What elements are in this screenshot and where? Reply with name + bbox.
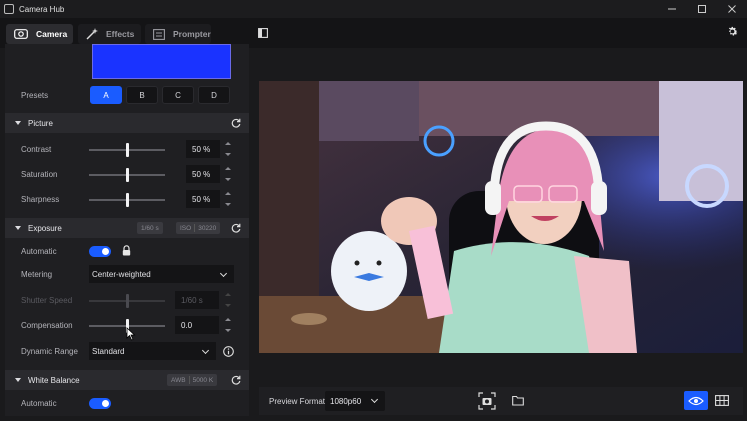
iso-badge: ISO 30220 — [176, 222, 221, 234]
saturation-input[interactable]: 50 % — [186, 165, 220, 183]
dynamic-range-label: Dynamic Range — [21, 347, 78, 356]
contrast-label: Contrast — [21, 145, 52, 154]
preview-format-label: Preview Format — [269, 397, 326, 406]
metering-select[interactable]: Center-weighted — [89, 265, 234, 283]
chevron-down-icon — [201, 346, 210, 355]
sharpness-input[interactable]: 50 % — [186, 190, 220, 208]
metering-label: Metering — [21, 270, 53, 279]
white-balance-automatic-label: Automatic — [21, 399, 57, 408]
caret-down-icon — [15, 226, 21, 230]
sharpness-slider-handle[interactable] — [125, 193, 129, 207]
compensation-input[interactable]: 0.0 — [175, 316, 219, 334]
preview-format-select[interactable]: 1080p60 — [325, 391, 385, 411]
shutter-speed-slider — [89, 294, 165, 308]
app-icon — [4, 4, 14, 14]
collapse-panel-icon[interactable] — [258, 28, 268, 40]
eye-icon — [688, 396, 704, 405]
contrast-slider-handle[interactable] — [125, 143, 129, 157]
tab-prompter-label: Prompter — [173, 29, 211, 39]
saturation-slider[interactable] — [89, 168, 165, 182]
settings-panel: Presets A B C D Picture Contrast 50 % Sa… — [5, 44, 249, 416]
maximize-icon — [698, 5, 706, 13]
sharpness-label: Sharpness — [21, 195, 60, 204]
exposure-automatic-toggle[interactable] — [89, 246, 111, 257]
saturation-stepper[interactable] — [223, 165, 233, 183]
preview-eye-button[interactable] — [684, 391, 708, 410]
camera-preview[interactable] — [259, 81, 743, 353]
white-balance-automatic-toggle[interactable] — [89, 398, 111, 409]
caret-down-icon — [15, 378, 21, 382]
white-balance-title: White Balance — [28, 375, 80, 385]
window-controls — [657, 0, 747, 18]
chevron-down-icon — [219, 269, 228, 278]
grid-overlay-button[interactable] — [710, 391, 734, 410]
preset-a-button[interactable]: A — [90, 86, 122, 104]
gear-icon[interactable] — [726, 25, 739, 40]
magic-wand-icon — [86, 28, 98, 40]
dynamic-range-value: Standard — [92, 346, 125, 356]
preset-b-button[interactable]: B — [126, 86, 158, 104]
close-icon — [728, 5, 736, 13]
compensation-stepper[interactable] — [223, 316, 233, 334]
iso-label: ISO — [180, 224, 192, 232]
minimize-icon — [668, 8, 676, 10]
snapshot-icon[interactable] — [478, 392, 496, 412]
reset-icon[interactable] — [231, 223, 241, 235]
folder-icon[interactable] — [512, 395, 524, 408]
saturation-label: Saturation — [21, 170, 58, 179]
metering-value: Center-weighted — [92, 269, 151, 279]
saturation-slider-handle[interactable] — [125, 168, 129, 182]
awb-badge: AWB 5000 K — [167, 374, 218, 386]
sharpness-slider[interactable] — [89, 193, 165, 207]
close-button[interactable] — [717, 0, 747, 18]
preset-c-button[interactable]: C — [162, 86, 194, 104]
camera-preview-image — [259, 81, 743, 353]
caret-down-icon — [15, 121, 21, 125]
shutter-speed-input: 1/60 s — [175, 291, 219, 309]
info-icon[interactable] — [223, 346, 234, 359]
exposure-automatic-label: Automatic — [21, 247, 57, 256]
maximize-button[interactable] — [687, 0, 717, 18]
preview-bottom-bar: Preview Format 1080p60 — [259, 387, 743, 415]
presets-label: Presets — [21, 91, 49, 100]
shutter-speed-slider-handle — [125, 294, 129, 308]
teleprompter-icon — [153, 28, 165, 40]
awb-value: 5000 K — [192, 376, 214, 384]
chevron-down-icon — [370, 395, 379, 404]
minimize-button[interactable] — [657, 0, 687, 18]
shutter-badge: 1/60 s — [137, 222, 163, 234]
title-bar: Camera Hub — [0, 0, 747, 18]
preview-format-value: 1080p60 — [330, 396, 362, 406]
contrast-slider[interactable] — [89, 143, 165, 157]
exposure-section-header[interactable]: Exposure 1/60 s ISO 30220 — [5, 218, 249, 238]
reset-icon[interactable] — [231, 375, 241, 387]
exposure-title: Exposure — [28, 223, 62, 233]
tab-camera-label: Camera — [36, 29, 68, 39]
reset-icon[interactable] — [231, 118, 241, 130]
window-title: Camera Hub — [19, 4, 65, 14]
dynamic-range-select[interactable]: Standard — [89, 342, 216, 360]
color-swatch[interactable] — [92, 44, 231, 79]
preset-d-button[interactable]: D — [198, 86, 230, 104]
shutter-speed-stepper — [223, 291, 233, 309]
grid-icon — [715, 395, 729, 406]
compensation-label: Compensation — [21, 321, 73, 330]
iso-value: 30220 — [198, 224, 217, 232]
tab-effects[interactable]: Effects — [78, 24, 141, 44]
tab-camera[interactable]: Camera — [6, 24, 73, 44]
picture-section-header[interactable]: Picture — [5, 113, 249, 133]
tab-prompter[interactable]: Prompter — [145, 24, 211, 44]
tab-effects-label: Effects — [106, 29, 135, 39]
contrast-input[interactable]: 50 % — [186, 140, 220, 158]
lock-icon[interactable] — [122, 245, 131, 258]
mouse-cursor-icon — [126, 327, 136, 343]
awb-label: AWB — [171, 376, 186, 384]
shutter-speed-label: Shutter Speed — [21, 296, 73, 305]
sharpness-stepper[interactable] — [223, 190, 233, 208]
white-balance-section-header[interactable]: White Balance AWB 5000 K — [5, 370, 249, 390]
camera-icon — [14, 29, 28, 39]
contrast-stepper[interactable] — [223, 140, 233, 158]
picture-title: Picture — [28, 118, 53, 128]
